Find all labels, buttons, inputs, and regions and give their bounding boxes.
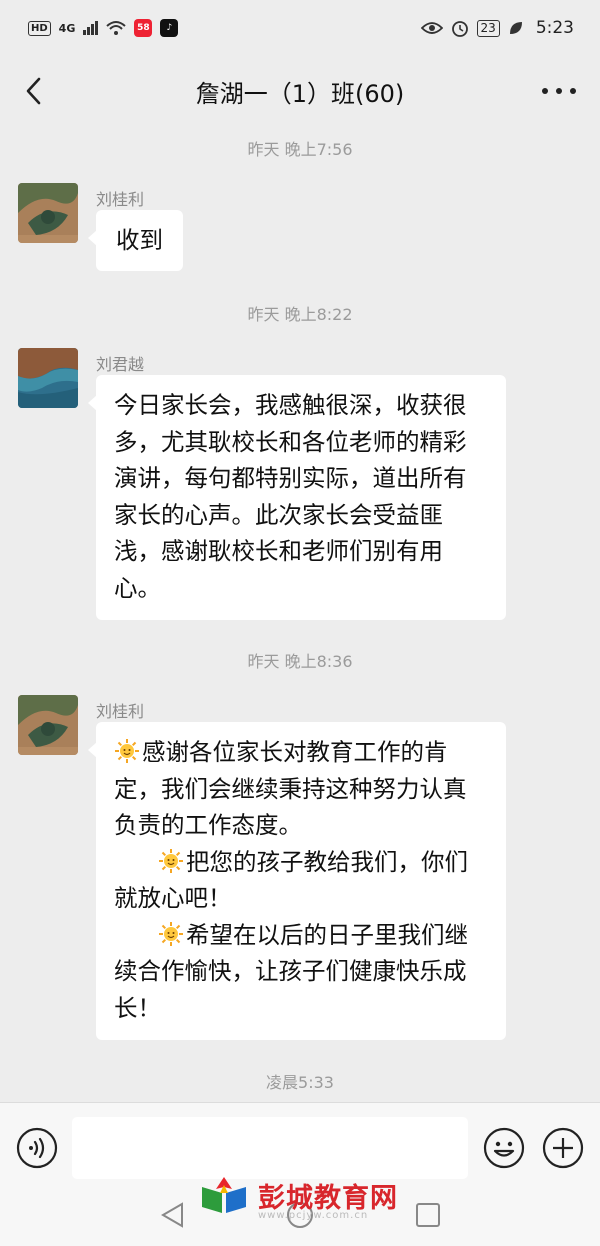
message-bubble[interactable]: 今日家长会，我感触很深，收获很 多，尤其耿校长和各位老师的精彩 演讲，每句都特别…: [88, 375, 506, 620]
hd-icon: HD: [28, 20, 51, 36]
message-line: 负责的工作态度。: [114, 811, 302, 839]
message-timestamp: 昨天 晚上8:22: [247, 305, 353, 324]
message-line: 心。: [114, 573, 161, 602]
message-line: 今日家长会，我感触很深，收获很: [114, 391, 467, 419]
status-bar: HD 4G 58 ♪ 23 5:23: [0, 0, 600, 56]
title-bar: 詹湖一（1）班(60): [0, 56, 600, 126]
signal-icon: [83, 21, 99, 35]
battery-icon: 23: [476, 19, 500, 37]
voice-icon[interactable]: [16, 1127, 58, 1169]
app58-icon: 58: [134, 19, 153, 37]
book-logo-icon: [202, 1177, 246, 1213]
sun-emoji-icon: [115, 739, 139, 763]
message-line: 把您的孩子教给我们，你们: [114, 844, 488, 881]
sender-name: 刘桂利: [96, 190, 145, 209]
message-line: 演讲，每句都特别实际，道出所有: [114, 464, 467, 492]
message-timestamp: 昨天 晚上8:36: [247, 652, 353, 671]
message-line: 家长的心声。此次家长会受益匪: [114, 500, 443, 529]
message-text: 收到: [116, 226, 163, 254]
sender-name: 刘君越: [96, 355, 145, 374]
message-timestamp: 昨天 晚上7:56: [247, 140, 353, 159]
wifi-icon: [106, 21, 127, 35]
nav-back-icon[interactable]: [158, 1200, 188, 1230]
watermark: 彭城教育网 www.pcjyw.com.cn: [198, 1170, 418, 1221]
message-timestamp: 凌晨5:33: [266, 1073, 334, 1092]
message-line: 浅，感谢耿校长和老师们别有用: [114, 537, 443, 565]
chevron-left-icon[interactable]: [20, 76, 50, 106]
watermark-url: www.pcjyw.com.cn: [258, 1210, 369, 1221]
seascape-avatar[interactable]: [18, 348, 78, 408]
message-line: 就放心吧！: [114, 884, 232, 912]
sender-name: 刘桂利: [96, 702, 145, 721]
sun-emoji-icon: [159, 848, 183, 873]
more-dots-icon[interactable]: [542, 78, 576, 104]
network-type: 4G: [58, 21, 76, 35]
tiktok-icon: ♪: [160, 19, 179, 37]
eye-icon: [420, 22, 443, 34]
leaf-icon: [509, 22, 522, 34]
plus-icon[interactable]: [542, 1127, 584, 1169]
plant-avatar[interactable]: [18, 183, 78, 243]
message-bubble[interactable]: 感谢各位家长对教育工作的肯 定，我们会继续秉持这种努力认真 负责的工作态度。 把…: [88, 722, 506, 1040]
plant-avatar[interactable]: [18, 695, 78, 755]
message-line: 长！: [114, 993, 161, 1022]
message-bubble[interactable]: 收到: [88, 210, 183, 271]
clock: 5:23: [535, 18, 574, 38]
message-line: 感谢各位家长对教育工作的肯: [114, 734, 488, 771]
sun-emoji-icon: [159, 921, 183, 946]
message-line: 定，我们会继续秉持这种努力认真: [114, 774, 467, 803]
chat-title: 詹湖一（1）班(60): [195, 79, 405, 108]
message-line: 希望在以后的日子里我们继: [114, 917, 488, 954]
message-list: 昨天 晚上7:56 刘桂利 收到 昨天 晚上8:22 刘君越 今日家长会，我感触…: [0, 126, 600, 1102]
message-line: 多，尤其耿校长和各位老师的精彩: [114, 427, 467, 456]
watermark-text: 彭城教育网: [258, 1182, 398, 1214]
emoji-icon[interactable]: [483, 1127, 525, 1169]
status-left: HD 4G 58 ♪: [28, 19, 179, 37]
status-right: 23 5:23: [420, 18, 574, 38]
alarm-icon: [451, 21, 468, 37]
message-line: 续合作愉快，让孩子们健康快乐成: [114, 957, 467, 985]
